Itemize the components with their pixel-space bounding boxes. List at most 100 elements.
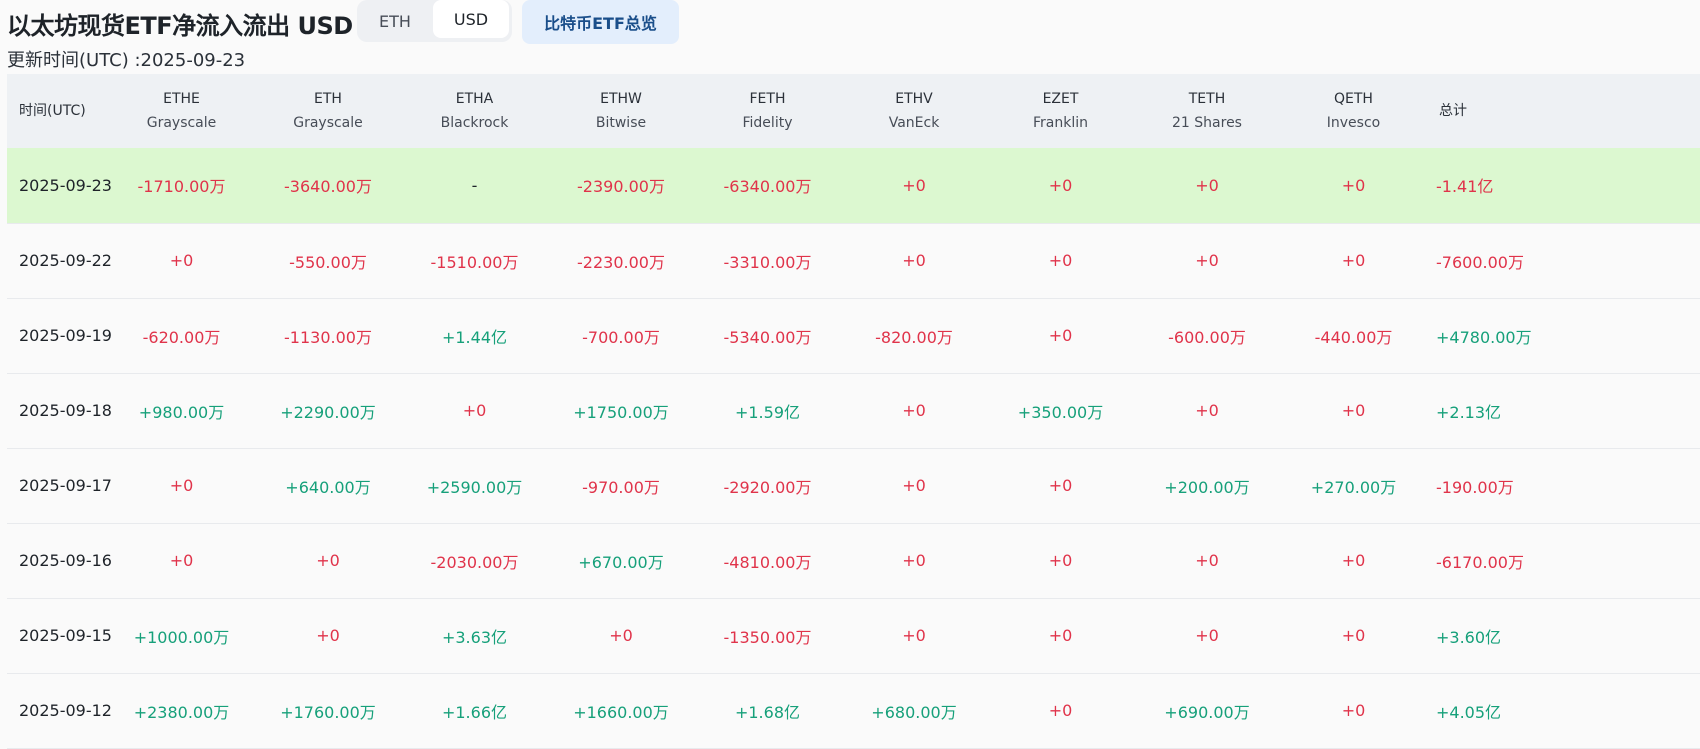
flow-cell: +690.00万 — [1164, 702, 1250, 722]
currency-toggle: ETH USD — [357, 0, 512, 42]
flow-cell: -2030.00万 — [430, 552, 519, 572]
flow-cell: +0 — [316, 551, 340, 570]
row-total: +3.60亿 — [1436, 627, 1502, 647]
column-header: ETHV VanEck — [888, 91, 940, 131]
flow-cell: -970.00万 — [582, 477, 660, 497]
flow-cell: +0 — [609, 626, 633, 645]
flow-cell: +640.00万 — [285, 477, 371, 497]
eth-toggle-button[interactable]: ETH — [357, 0, 433, 42]
flow-cell: +270.00万 — [1310, 477, 1397, 497]
table-header-row: 时间(UTC) ETHE Grayscale ETH Grayscale ETHA B… — [7, 74, 1700, 148]
flow-cell: +350.00万 — [1017, 402, 1104, 422]
flow-cell: +2380.00万 — [133, 702, 230, 722]
flow-cell: +1000.00万 — [133, 627, 230, 647]
flow-cell: -700.00万 — [582, 327, 660, 347]
row-total: -1.41亿 — [1436, 177, 1494, 197]
flow-cell: -3640.00万 — [284, 177, 372, 197]
column-header: ETH Grayscale — [293, 91, 363, 131]
column-header: EZET Franklin — [1032, 91, 1088, 131]
flow-cell: -2230.00万 — [577, 252, 665, 272]
flow-cell: +0 — [1195, 401, 1219, 420]
flow-cell: +670.00万 — [578, 552, 664, 572]
flow-cell: +0 — [169, 251, 194, 270]
flow-cell: +1.66亿 — [441, 702, 508, 722]
flow-cell: -5340.00万 — [723, 327, 812, 347]
flow-cell: -440.00万 — [1314, 327, 1393, 347]
row-date: 2025-09-12 — [19, 701, 112, 720]
table-row: 2025-09-12 +2380.00万 +1760.00万 +1.66亿 +1660.… — [7, 673, 1700, 748]
column-header: QETH Invesco — [1326, 91, 1381, 131]
flow-cell: -6340.00万 — [723, 177, 812, 197]
flow-cell: +2590.00万 — [426, 477, 523, 497]
etf-flow-table: 时间(UTC) ETHE Grayscale ETH Grayscale ETHA B… — [7, 74, 1700, 749]
flow-cell: -620.00万 — [142, 327, 221, 347]
flow-cell: +1.59亿 — [734, 402, 801, 422]
row-total: -190.00万 — [1436, 477, 1514, 497]
row-total: +4.05亿 — [1436, 702, 1502, 722]
flow-cell: -3310.00万 — [723, 252, 812, 272]
flow-cell: +0 — [1048, 551, 1073, 570]
flow-cell: -2390.00万 — [577, 177, 665, 197]
flow-cell: -820.00万 — [875, 327, 953, 347]
column-header: ETHA Blackrock — [440, 91, 509, 131]
column-header-total: 总计 — [1439, 103, 1467, 119]
column-header: ETHW Bitwise — [595, 91, 647, 131]
flow-cell: +1760.00万 — [280, 702, 376, 722]
flow-cell: +0 — [902, 175, 926, 195]
flow-cell: -600.00万 — [1168, 327, 1246, 347]
flow-cell: +200.00万 — [1164, 477, 1250, 497]
flow-cell: +3.63亿 — [441, 627, 508, 647]
table-row: 2025-09-23 -1710.00万 -3640.00万 - -2390.00万 -6… — [7, 148, 1700, 223]
flow-cell: +0 — [1195, 175, 1219, 195]
column-header: FETH Fidelity — [742, 91, 793, 131]
page-title: 以太坊现货ETF净流入流出 USD — [7, 12, 353, 40]
row-date: 2025-09-22 — [19, 251, 112, 270]
flow-cell: -1510.00万 — [430, 252, 519, 272]
flow-cell: +980.00万 — [138, 402, 225, 422]
flow-cell: - — [471, 175, 478, 195]
flow-cell: +0 — [1195, 551, 1219, 570]
flow-cell: -4810.00万 — [723, 552, 812, 572]
flow-cell: +0 — [1048, 175, 1073, 195]
flow-cell: +1.68亿 — [734, 702, 801, 722]
flow-cell: +0 — [1341, 251, 1366, 270]
flow-cell: +0 — [1341, 626, 1366, 645]
flow-cell: +0 — [316, 626, 340, 645]
table-row: 2025-09-19 -620.00万 -1130.00万 +1.44亿 -700.00… — [7, 298, 1700, 373]
flow-cell: +0 — [1195, 626, 1219, 645]
table-row: 2025-09-16 +0 +0 -2030.00万 +670.00万 -4810.00万… — [7, 523, 1700, 598]
flow-cell: -1710.00万 — [137, 177, 226, 197]
table-row: 2025-09-15 +1000.00万 +0 +3.63亿 +0 -1350.00万 +0… — [7, 598, 1700, 673]
flow-cell: +1.44亿 — [441, 327, 508, 347]
flow-cell: +0 — [1341, 401, 1366, 420]
flow-cell: +0 — [169, 551, 194, 570]
flow-cell: -1350.00万 — [723, 627, 812, 647]
flow-cell: +680.00万 — [871, 702, 957, 722]
flow-cell: +0 — [902, 401, 926, 420]
table-row: 2025-09-17 +0 +640.00万 +2590.00万 -970.00万 -29… — [7, 448, 1700, 523]
row-date: 2025-09-23 — [19, 175, 112, 195]
flow-cell: +0 — [1341, 551, 1366, 570]
flow-cell: +0 — [169, 476, 194, 495]
flow-cell: -550.00万 — [289, 252, 367, 272]
flow-cell: +1660.00万 — [573, 702, 669, 722]
row-date: 2025-09-17 — [19, 476, 112, 495]
row-date: 2025-09-19 — [19, 326, 112, 345]
table-row: 2025-09-22 +0 -550.00万 -1510.00万 -2230.00万 -3… — [7, 223, 1700, 298]
page-header: 以太坊现货ETF净流入流出 USD ETH USD 比特币ETF总览 更新时间(… — [0, 0, 1700, 74]
flow-cell: +0 — [1048, 701, 1073, 720]
row-total: -6170.00万 — [1436, 552, 1524, 572]
usd-toggle-button[interactable]: USD — [433, 0, 509, 38]
flow-cell: +0 — [902, 551, 926, 570]
column-header: ETHE Grayscale — [146, 91, 217, 131]
flow-cell: +2290.00万 — [280, 402, 376, 422]
flow-cell: +0 — [902, 476, 926, 495]
update-time: 更新时间(UTC) :2025-09-23 — [7, 50, 246, 71]
flow-cell: +0 — [462, 401, 487, 420]
flow-cell: +0 — [1048, 326, 1073, 345]
btc-etf-overview-button[interactable]: 比特币ETF总览 — [522, 0, 679, 44]
column-header-time: 时间(UTC) — [19, 103, 86, 119]
flow-cell: +0 — [1048, 476, 1073, 495]
row-date: 2025-09-15 — [19, 626, 112, 645]
flow-cell: -2920.00万 — [723, 477, 812, 497]
